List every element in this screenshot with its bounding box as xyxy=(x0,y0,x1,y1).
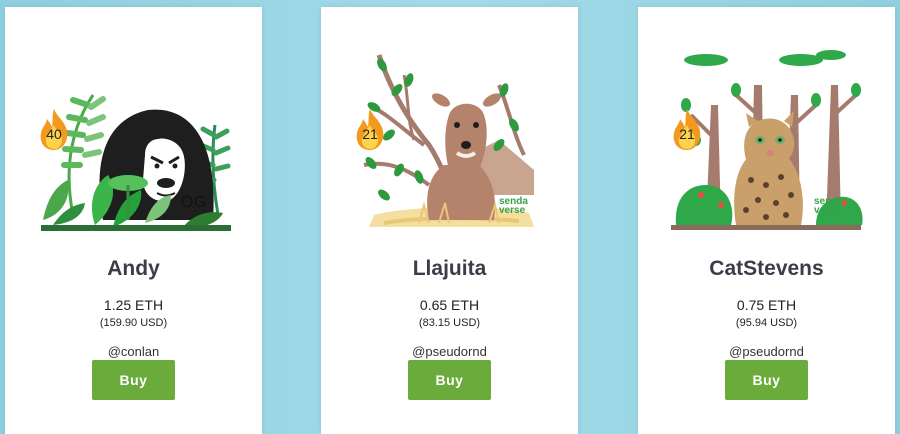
nft-name: Andy xyxy=(107,257,160,280)
nft-card-andy[interactable]: 40 OG Andy 1.25 ETH (159.90 USD) @conlan… xyxy=(5,7,262,434)
og-tag: OG xyxy=(181,194,207,211)
owner-handle[interactable]: @conlan xyxy=(5,344,262,359)
rank-badge: 21 xyxy=(670,107,704,151)
price-usd: (83.15 USD) xyxy=(418,317,481,329)
nft-card-catstevens[interactable]: 21 senda verse CatStevens 0.75 ETH (95.9… xyxy=(638,7,895,434)
sendaverse-logo: senda verse xyxy=(814,197,843,216)
price-usd: (159.90 USD) xyxy=(99,317,168,329)
price-eth: 0.65 ETH xyxy=(419,297,480,313)
marketplace-grid: 40 OG Andy 1.25 ETH (159.90 USD) @conlan… xyxy=(0,0,900,434)
owner-handle[interactable]: @pseudornd xyxy=(321,344,578,359)
owner-handle[interactable]: @pseudornd xyxy=(638,344,895,359)
rank-badge: 21 xyxy=(353,107,387,151)
rank-badge: 40 xyxy=(37,107,71,151)
price-eth: 1.25 ETH xyxy=(103,297,164,313)
rank-number: 40 xyxy=(46,126,62,142)
price-eth: 0.75 ETH xyxy=(736,297,797,313)
buy-button[interactable]: Buy xyxy=(92,360,175,400)
nft-card-llajuita[interactable]: 21 senda verse Llajuita 0.65 ETH (83.15 … xyxy=(321,7,578,434)
price-usd: (95.94 USD) xyxy=(735,317,798,329)
rank-number: 21 xyxy=(362,126,378,142)
rank-number: 21 xyxy=(679,126,695,142)
sendaverse-logo: senda verse xyxy=(499,197,528,216)
buy-button[interactable]: Buy xyxy=(408,360,491,400)
sendaverse-logo-line2: verse xyxy=(814,205,841,216)
sendaverse-logo-line2: verse xyxy=(499,205,526,216)
buy-button[interactable]: Buy xyxy=(725,360,808,400)
nft-name: Llajuita xyxy=(412,257,487,280)
nft-name: CatStevens xyxy=(709,257,824,280)
